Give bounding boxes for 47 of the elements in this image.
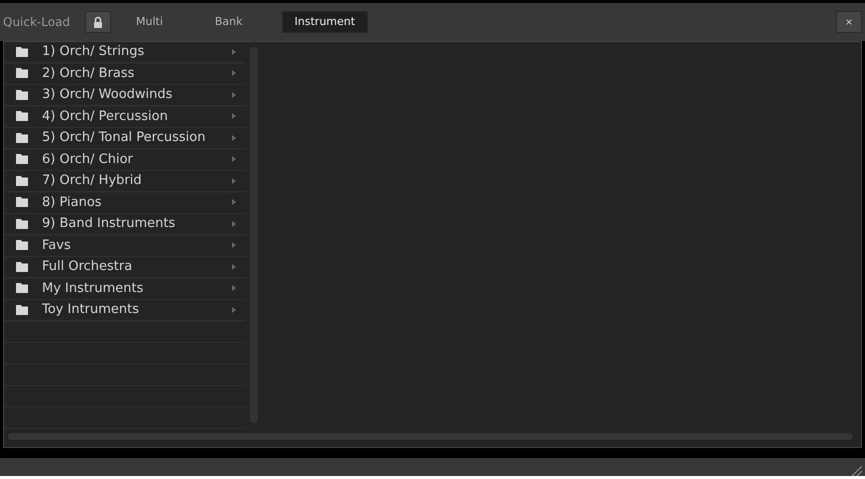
folder-icon (16, 154, 28, 164)
arrow-right-icon (232, 70, 236, 76)
arrow-right-icon (232, 242, 236, 248)
tab[interactable]: Bank (202, 10, 256, 33)
tab[interactable]: Multi (123, 10, 176, 33)
folder-item[interactable]: 1) Orch/ Strings (6, 42, 246, 64)
arrow-right-icon (232, 92, 236, 98)
arrow-right-icon (232, 156, 236, 162)
close-button[interactable]: × (836, 10, 862, 33)
folder-icon (16, 240, 28, 250)
folder-item[interactable]: My Instruments (6, 278, 246, 300)
folder-item[interactable]: 4) Orch/ Percussion (6, 106, 246, 128)
arrow-right-icon (232, 285, 236, 292)
folder-item[interactable]: 3) Orch/ Woodwinds (6, 84, 246, 106)
folder-icon (16, 262, 28, 272)
folder-icon (16, 176, 28, 186)
folder-item[interactable]: 6) Orch/ Chior (6, 149, 246, 171)
quick-load-title: Quick-Load (3, 14, 72, 29)
arrow-right-icon (232, 178, 236, 184)
folder-item[interactable]: Full Orchestra (6, 256, 246, 278)
folder-icon (16, 197, 28, 208)
folder-item[interactable]: 2) Orch/ Brass (6, 63, 246, 85)
arrow-right-icon (232, 220, 236, 227)
arrow-right-icon (232, 113, 236, 120)
folder-item[interactable]: Toy Intruments (6, 300, 246, 322)
folder-icon (16, 46, 28, 57)
folder-icon (16, 218, 28, 229)
arrow-right-icon (232, 48, 236, 55)
tab[interactable]: Instrument (282, 10, 368, 33)
folder-item[interactable]: 9) Band Instruments (6, 214, 246, 236)
arrow-right-icon (232, 306, 236, 313)
folder-icon (16, 90, 28, 100)
arrow-right-icon (232, 134, 236, 141)
folder-item[interactable]: Favs (6, 235, 246, 257)
arrow-right-icon (232, 264, 236, 270)
folder-item[interactable]: 8) Pianos (6, 192, 246, 214)
folder-icon (16, 132, 28, 143)
folder-item[interactable]: 7) Orch/ Hybrid (6, 170, 246, 192)
folder-icon (16, 68, 28, 78)
folder-icon (16, 283, 28, 294)
folder-item[interactable]: 5) Orch/ Tonal Percussion (6, 128, 246, 150)
resize-grip-icon[interactable] (850, 464, 862, 476)
arrow-right-icon (232, 199, 236, 206)
padlock-icon (93, 16, 103, 28)
folder-icon (16, 111, 28, 122)
lock-button[interactable] (85, 10, 111, 33)
folder-icon (16, 304, 28, 315)
